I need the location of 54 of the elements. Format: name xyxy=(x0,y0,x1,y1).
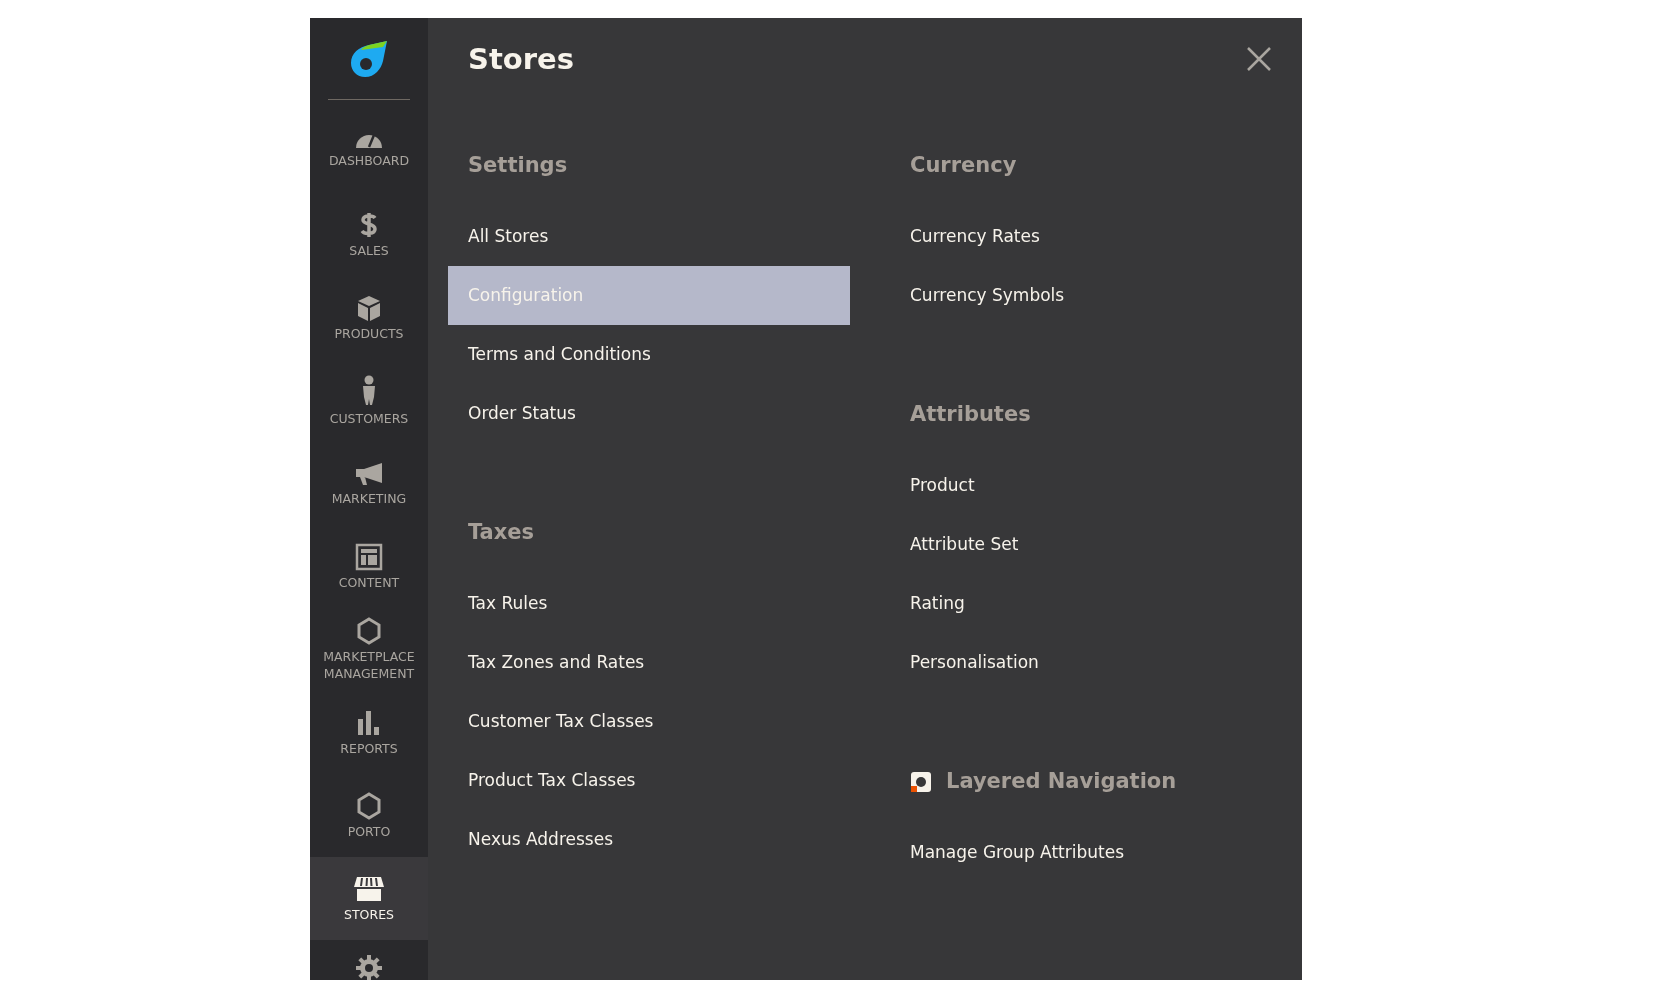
section-heading: Layered Navigation xyxy=(946,767,1177,795)
menu-link[interactable]: Product Tax Classes xyxy=(448,751,850,810)
panel-title: Stores xyxy=(468,41,574,78)
section-heading: Attributes xyxy=(910,400,1031,428)
menu-link[interactable]: Personalisation xyxy=(890,633,1292,692)
nav-label: CONTENT xyxy=(338,573,400,591)
section-heading: Settings xyxy=(468,151,568,179)
hexagon-icon xyxy=(356,617,382,645)
hexagon-icon xyxy=(356,791,382,820)
gear-icon[interactable] xyxy=(355,954,383,980)
speedometer-icon xyxy=(355,134,383,149)
nav-item[interactable]: CUSTOMERS xyxy=(310,359,428,442)
box-icon xyxy=(356,293,382,322)
nav-label: PORTO xyxy=(347,822,391,840)
menu-link[interactable]: Currency Symbols xyxy=(890,266,1292,325)
nav-label: DASHBOARD xyxy=(328,152,410,169)
nav-item[interactable]: SALES xyxy=(310,193,428,276)
dollar-icon xyxy=(359,210,379,239)
menu-link[interactable]: Nexus Addresses xyxy=(448,810,850,869)
menu-link[interactable]: Currency Rates xyxy=(890,207,1292,266)
person-icon xyxy=(360,374,378,407)
nav-label: STORES xyxy=(344,905,394,923)
section-heading: Currency xyxy=(910,151,1017,179)
extension-logo-icon xyxy=(910,771,932,792)
menu-link[interactable]: Terms and Conditions xyxy=(448,325,850,384)
nav-label: MARKETING xyxy=(331,489,407,507)
section-heading: Taxes xyxy=(468,518,535,546)
nav-item[interactable]: STORES xyxy=(310,857,428,940)
nav-item[interactable]: MARKETPLACE MANAGEMENT xyxy=(310,608,428,691)
nav-label: SALES xyxy=(349,241,389,259)
nav-label: MARKETPLACE MANAGEMENT xyxy=(322,648,416,682)
nav-item[interactable]: DASHBOARD xyxy=(310,110,428,193)
menu-link[interactable]: Customer Tax Classes xyxy=(448,692,850,751)
menu-link[interactable]: All Stores xyxy=(448,207,850,266)
nav-label: PRODUCTS xyxy=(334,324,404,342)
nav-label: CUSTOMERS xyxy=(329,409,409,427)
layout-icon xyxy=(355,542,383,571)
menu-link[interactable]: Tax Rules xyxy=(448,574,850,633)
close-icon xyxy=(1246,46,1272,72)
storefront-icon xyxy=(353,874,385,903)
nav-item[interactable]: REPORTS xyxy=(310,691,428,774)
menu-link[interactable]: Product xyxy=(890,456,1292,515)
megaphone-icon xyxy=(354,460,384,487)
menu-link[interactable]: Manage Group Attributes xyxy=(890,823,1292,882)
menu-link[interactable]: Attribute Set xyxy=(890,515,1292,574)
menu-link[interactable]: Tax Zones and Rates xyxy=(448,633,850,692)
nav-item[interactable]: PORTO xyxy=(310,774,428,857)
nav-item[interactable]: PRODUCTS xyxy=(310,276,428,359)
nav-item[interactable]: MARKETING xyxy=(310,442,428,525)
menu-link[interactable]: Rating xyxy=(890,574,1292,633)
menu-link[interactable]: Order Status xyxy=(448,384,850,443)
nav-item[interactable]: CONTENT xyxy=(310,525,428,608)
bar-chart-icon xyxy=(356,708,382,737)
nav-label: REPORTS xyxy=(340,739,398,757)
